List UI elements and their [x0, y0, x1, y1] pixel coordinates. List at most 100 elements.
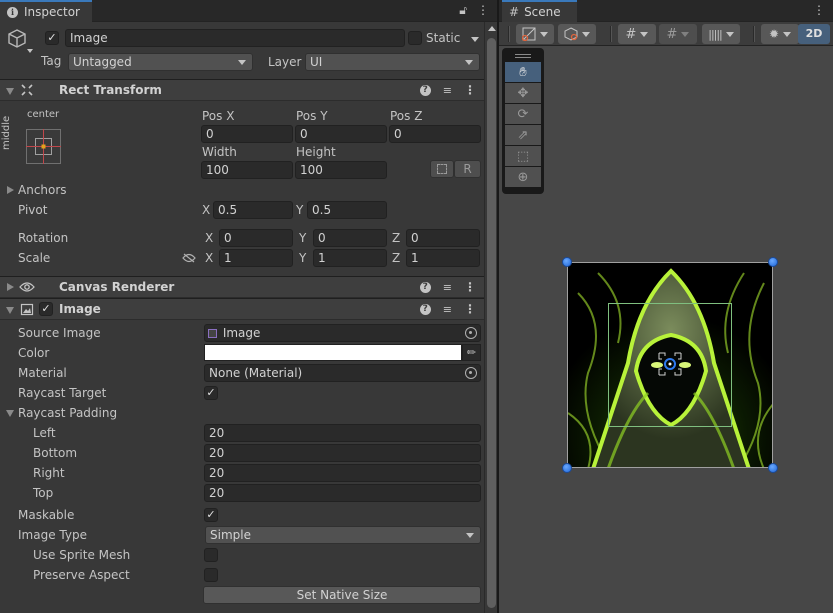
- grid-visibility-dropdown[interactable]: #: [618, 24, 656, 44]
- anchor-h-label: center: [27, 109, 60, 120]
- scale-x-axis: X: [205, 251, 214, 265]
- resize-handle-top-left[interactable]: [562, 257, 572, 267]
- tag-dropdown[interactable]: Untagged: [68, 53, 253, 71]
- eye-icon: [19, 282, 35, 292]
- resize-handle-bottom-right[interactable]: [768, 463, 778, 473]
- hand-tool[interactable]: ✋︎: [505, 62, 541, 82]
- resize-handle-bottom-left[interactable]: [562, 463, 572, 473]
- padding-bottom-input[interactable]: 20: [204, 444, 481, 462]
- raycast-padding-foldout-icon[interactable]: [6, 410, 14, 417]
- presets-icon[interactable]: ≡: [443, 303, 452, 316]
- 2d-mode-toggle[interactable]: 2D: [798, 24, 830, 44]
- icon-dropdown-arrow-icon[interactable]: [27, 49, 33, 53]
- image-enabled-checkbox[interactable]: ✓: [39, 302, 53, 316]
- image-type-dropdown[interactable]: Simple: [205, 526, 481, 544]
- preserve-aspect-checkbox[interactable]: [204, 568, 218, 582]
- help-icon[interactable]: ?: [419, 84, 431, 96]
- layer-dropdown[interactable]: UI: [305, 53, 480, 71]
- anchor-presets-button[interactable]: [26, 129, 61, 164]
- scroll-thumb[interactable]: [487, 38, 496, 608]
- source-image-field[interactable]: Image: [204, 324, 481, 342]
- pos-z-input[interactable]: 0: [389, 125, 481, 143]
- pivot-y-axis: Y: [296, 203, 304, 217]
- pos-y-input[interactable]: 0: [295, 125, 387, 143]
- rotation-x-input[interactable]: 0: [219, 229, 293, 247]
- drag-handle[interactable]: [505, 51, 541, 61]
- maskable-checkbox[interactable]: ✓: [204, 508, 218, 522]
- tool-palette: ✋︎ ✥ ⟳ ⇗ ⬚ ⊕: [502, 48, 544, 194]
- raw-edit-button[interactable]: R: [454, 160, 481, 178]
- layer-label: Layer: [268, 55, 302, 69]
- rotate-tool[interactable]: ⟳: [505, 104, 541, 124]
- active-checkbox[interactable]: ✓: [45, 31, 59, 45]
- draw-mode-icon: [522, 27, 536, 41]
- scale-x-input[interactable]: 1: [219, 249, 293, 267]
- raycast-target-checkbox[interactable]: ✓: [204, 386, 218, 400]
- lock-icon[interactable]: 🔓︎: [459, 3, 467, 18]
- width-input[interactable]: 100: [201, 161, 293, 179]
- tab-inspector[interactable]: i Inspector: [0, 0, 92, 22]
- rect-transform-header[interactable]: Rect Transform ? ≡ ⋮: [0, 79, 484, 101]
- shading-mode-dropdown[interactable]: [558, 24, 596, 44]
- object-name-input[interactable]: Image: [65, 29, 405, 47]
- scale-y-input[interactable]: 1: [313, 249, 387, 267]
- set-native-size-button[interactable]: Set Native Size: [203, 586, 481, 604]
- gizmos-dropdown[interactable]: ✹: [761, 24, 799, 44]
- maskable-label: Maskable: [18, 508, 75, 522]
- material-field[interactable]: None (Material): [204, 364, 481, 382]
- image-component-header[interactable]: ✓ Image ? ≡ ⋮: [0, 298, 484, 320]
- rotation-z-input[interactable]: 0: [406, 229, 480, 247]
- move-tool[interactable]: ✥: [505, 83, 541, 103]
- transform-tool[interactable]: ⊕: [505, 167, 541, 187]
- component-menu-icon[interactable]: ⋮: [464, 302, 476, 316]
- resize-handle-top-right[interactable]: [768, 257, 778, 267]
- foldout-expanded-icon[interactable]: [6, 307, 14, 314]
- raycast-padding-label[interactable]: Raycast Padding: [18, 406, 117, 420]
- more-menu-icon[interactable]: ⋮: [813, 3, 825, 17]
- presets-icon[interactable]: ≡: [443, 84, 452, 97]
- height-input[interactable]: 100: [295, 161, 387, 179]
- canvas-renderer-header[interactable]: Canvas Renderer ? ≡ ⋮: [0, 276, 484, 298]
- scroll-up-arrow-icon[interactable]: [488, 26, 496, 31]
- use-sprite-mesh-checkbox[interactable]: [204, 548, 218, 562]
- rect-transform-tool-icon: ⬚: [516, 148, 530, 164]
- object-picker-icon[interactable]: [465, 327, 477, 339]
- padding-left-input[interactable]: 20: [204, 424, 481, 442]
- rotation-y-input[interactable]: 0: [313, 229, 387, 247]
- rect-tool[interactable]: ⬚: [505, 146, 541, 166]
- increment-snapping-dropdown[interactable]: |||||: [702, 24, 740, 44]
- color-swatch[interactable]: [204, 344, 462, 361]
- more-menu-icon[interactable]: ⋮: [477, 3, 489, 18]
- pivot-x-input[interactable]: 0.5: [213, 201, 293, 219]
- pos-x-input[interactable]: 0: [201, 125, 293, 143]
- foldout-expanded-icon[interactable]: [6, 88, 14, 95]
- help-icon[interactable]: ?: [419, 281, 431, 293]
- component-menu-icon[interactable]: ⋮: [464, 280, 476, 294]
- padding-right-input[interactable]: 20: [204, 464, 481, 482]
- anchors-foldout-icon[interactable]: [7, 186, 14, 194]
- eyedropper-icon[interactable]: ✏︎: [462, 344, 481, 361]
- static-dropdown-arrow-icon[interactable]: [471, 37, 479, 42]
- source-image-label: Source Image: [18, 326, 101, 340]
- help-icon[interactable]: ?: [419, 303, 431, 315]
- anchors-label[interactable]: Anchors: [18, 183, 67, 197]
- pivot-anchor-gizmo-icon[interactable]: [657, 351, 683, 377]
- tab-scene[interactable]: # Scene: [502, 0, 577, 22]
- blueprint-mode-button[interactable]: [430, 160, 454, 178]
- scale-tool[interactable]: ⇗: [505, 125, 541, 145]
- foldout-collapsed-icon[interactable]: [7, 283, 14, 291]
- draw-mode-dropdown[interactable]: [516, 24, 554, 44]
- image-type-value: Simple: [210, 528, 251, 542]
- presets-icon[interactable]: ≡: [443, 281, 452, 294]
- pivot-y-input[interactable]: 0.5: [307, 201, 387, 219]
- static-checkbox[interactable]: [408, 31, 422, 45]
- scale-z-input[interactable]: 1: [406, 249, 480, 267]
- constrain-proportions-icon[interactable]: [182, 253, 196, 263]
- grid-snapping-dropdown[interactable]: #: [659, 24, 697, 44]
- gameobject-cube-icon[interactable]: [6, 28, 28, 50]
- padding-top-input[interactable]: 20: [204, 484, 481, 502]
- component-menu-icon[interactable]: ⋮: [464, 83, 476, 97]
- object-picker-icon[interactable]: [465, 367, 477, 379]
- static-label: Static: [426, 31, 461, 45]
- inspector-scrollbar[interactable]: [484, 22, 497, 613]
